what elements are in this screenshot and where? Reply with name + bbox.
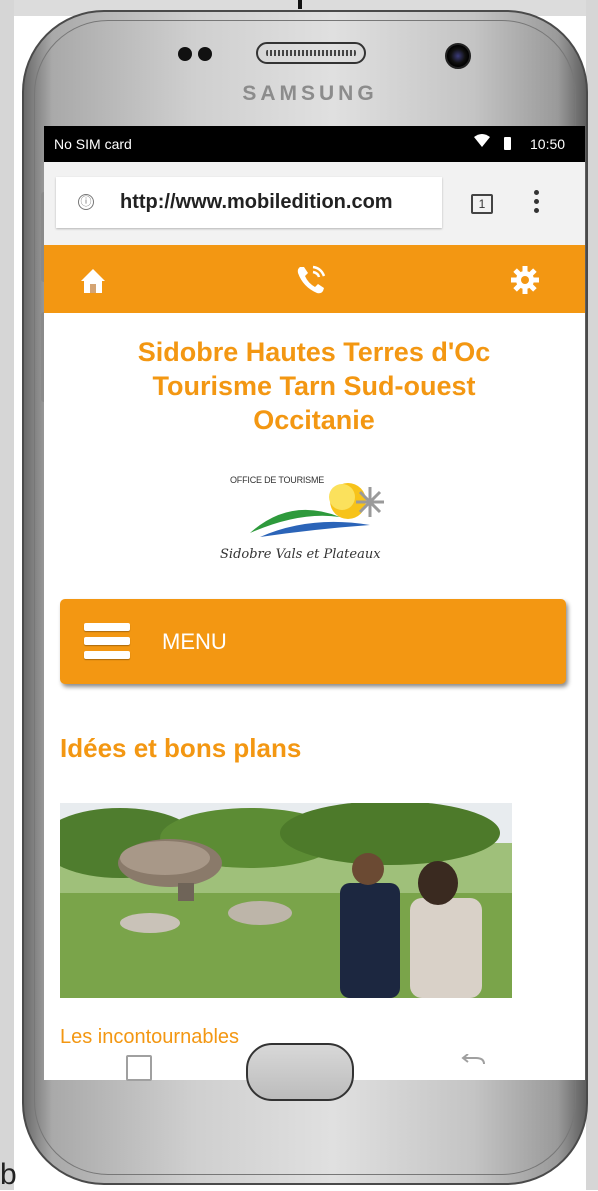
tab-switcher-button[interactable]: 1: [471, 194, 493, 214]
recent-apps-icon[interactable]: [126, 1055, 152, 1081]
browser-toolbar: ⓘ http://www.mobiledition.com 1: [44, 162, 585, 245]
overflow-menu-icon[interactable]: [534, 190, 540, 217]
title-line: Occitanie: [253, 405, 375, 435]
tourism-office-logo: OFFICE DE TOURISME Sidobre Vals et Plate…: [220, 467, 400, 567]
front-camera-icon: [445, 43, 471, 69]
menu-button[interactable]: MENU: [60, 599, 566, 684]
info-icon[interactable]: ⓘ: [78, 194, 94, 210]
sensor-dot: [198, 47, 212, 61]
left-strip: [0, 0, 14, 1190]
home-icon[interactable]: [80, 268, 106, 294]
url-text[interactable]: http://www.mobiledition.com: [120, 191, 393, 214]
clock: 10:50: [530, 136, 566, 152]
phone-icon[interactable]: [294, 263, 328, 297]
home-button[interactable]: [246, 1043, 354, 1101]
page-corner-char: b: [0, 1158, 17, 1191]
gear-icon[interactable]: [510, 265, 540, 295]
phone-screen: No SIM card 10:50 ⓘ http://www.mobiledit…: [44, 126, 585, 1080]
battery-icon: [504, 137, 511, 150]
top-mark: [298, 0, 302, 9]
wifi-icon: [474, 134, 490, 152]
earpiece-speaker: [256, 42, 366, 64]
title-line: Tourisme Tarn Sud-ouest: [152, 371, 476, 401]
device-brand: SAMSUNG: [242, 82, 378, 105]
site-navbar: [44, 245, 585, 313]
landscape-photo[interactable]: [60, 803, 512, 998]
photo-caption-link[interactable]: Les incontournables: [60, 1026, 239, 1049]
carrier-status: No SIM card: [54, 136, 132, 152]
address-bar[interactable]: ⓘ http://www.mobiledition.com: [56, 177, 442, 228]
title-line: Sidobre Hautes Terres d'Oc: [137, 337, 491, 367]
page-title: Sidobre Hautes Terres d'Oc Tourisme Tarn…: [74, 335, 554, 437]
logo-script-text: Sidobre Vals et Plateaux: [220, 547, 381, 562]
section-title: Idées et bons plans: [60, 733, 302, 763]
back-icon[interactable]: [458, 1054, 488, 1078]
logo-graphic: [250, 483, 384, 537]
sensor-dot: [178, 47, 192, 61]
menu-label: MENU: [162, 629, 227, 654]
hamburger-icon: [84, 623, 130, 661]
status-bar: No SIM card 10:50: [44, 126, 585, 162]
